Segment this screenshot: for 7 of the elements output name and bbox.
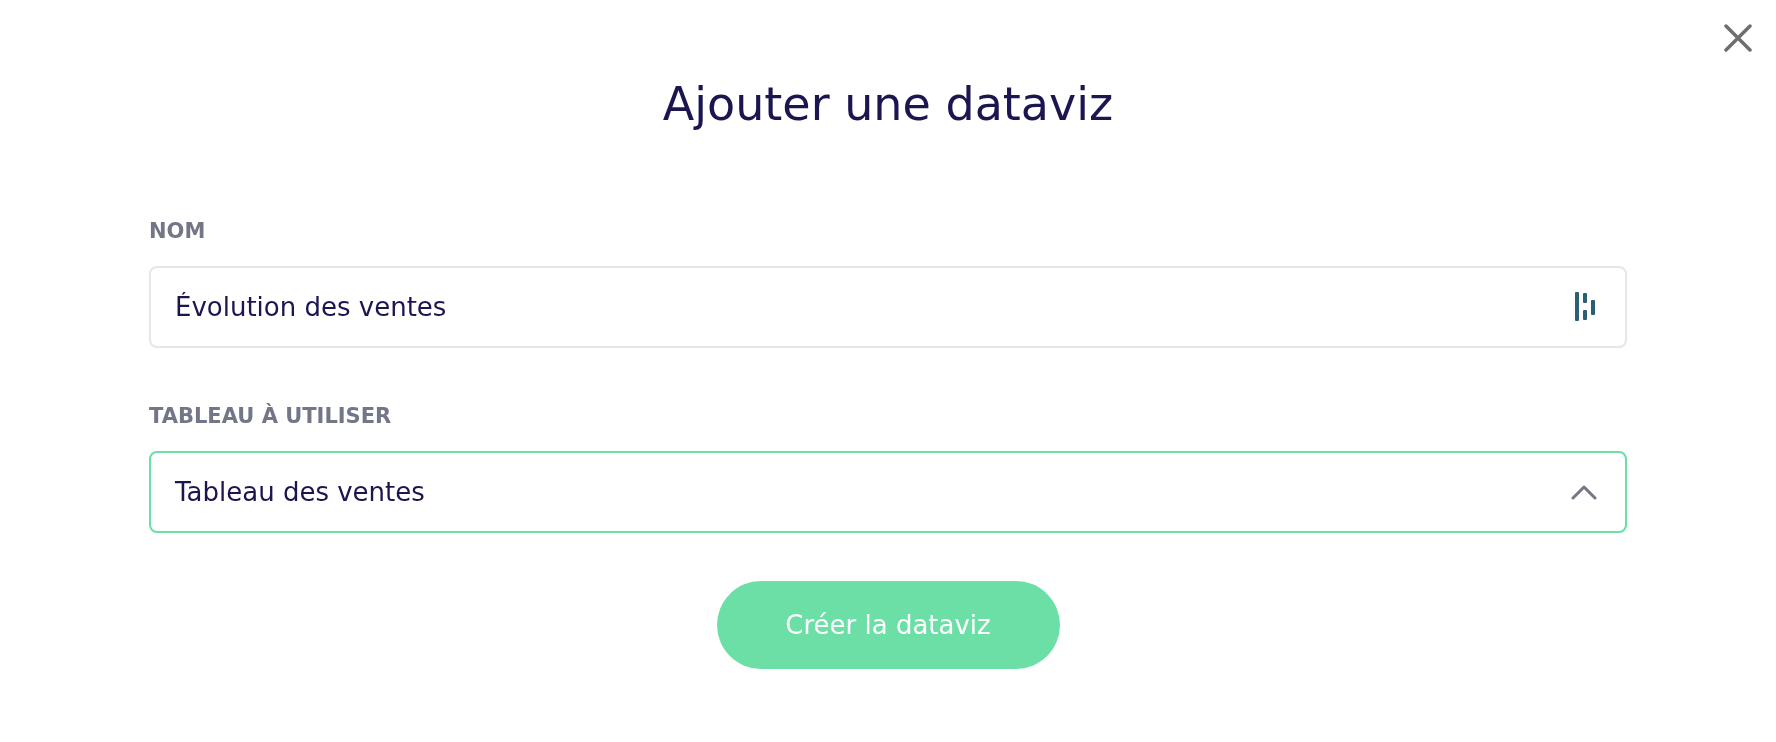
name-field[interactable]: Évolution des ventes (149, 266, 1627, 348)
close-icon (1724, 24, 1752, 52)
table-select[interactable]: Tableau des ventes (149, 451, 1627, 533)
bars-icon (1575, 292, 1597, 322)
field-label: TABLEAU À UTILISER (149, 402, 393, 430)
field-label: NOM (149, 218, 207, 245)
dialog-title: Ajouter une dataviz (662, 76, 1114, 133)
